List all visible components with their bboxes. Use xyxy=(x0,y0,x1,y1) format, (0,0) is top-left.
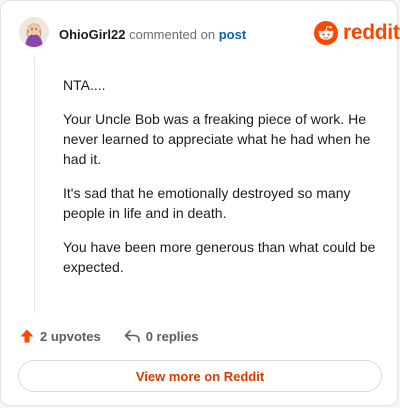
comment-header: OhioGirl22 commented on post xyxy=(59,27,246,42)
username-link[interactable]: OhioGirl22 xyxy=(59,27,125,42)
reply-count: 0 replies xyxy=(145,328,199,344)
comment-paragraph: It's sad that he emotionally destroyed s… xyxy=(63,185,351,221)
avatar-image xyxy=(19,17,49,47)
upvote-count: 2 upvotes xyxy=(40,328,101,344)
comment-paragraph: NTA.... xyxy=(63,77,106,93)
view-more-label: View more on Reddit xyxy=(135,368,265,384)
thread-line xyxy=(34,57,35,313)
post-link[interactable]: post xyxy=(219,27,246,42)
comment-body: NTA.... Your Uncle Bob was a freaking pi… xyxy=(63,75,379,291)
reply-arrow-icon xyxy=(123,328,141,344)
reddit-comment-card: OhioGirl22 commented on post reddit NTA.… xyxy=(0,0,400,406)
reddit-alien-icon xyxy=(314,21,338,45)
comment-paragraph: Your Uncle Bob was a freaking piece of w… xyxy=(63,111,371,167)
comment-footer: 2 upvotes 0 replies xyxy=(19,327,198,345)
view-more-button[interactable]: View more on Reddit xyxy=(18,360,382,392)
replies-group[interactable]: 0 replies xyxy=(123,328,199,344)
reddit-wordmark: reddit xyxy=(343,21,400,44)
action-text: commented on xyxy=(129,27,216,42)
comment-paragraph: You have been more generous than what co… xyxy=(63,239,376,275)
upvote-arrow-icon[interactable] xyxy=(19,328,35,344)
avatar[interactable] xyxy=(19,17,49,47)
reddit-brand[interactable]: reddit xyxy=(314,21,400,45)
